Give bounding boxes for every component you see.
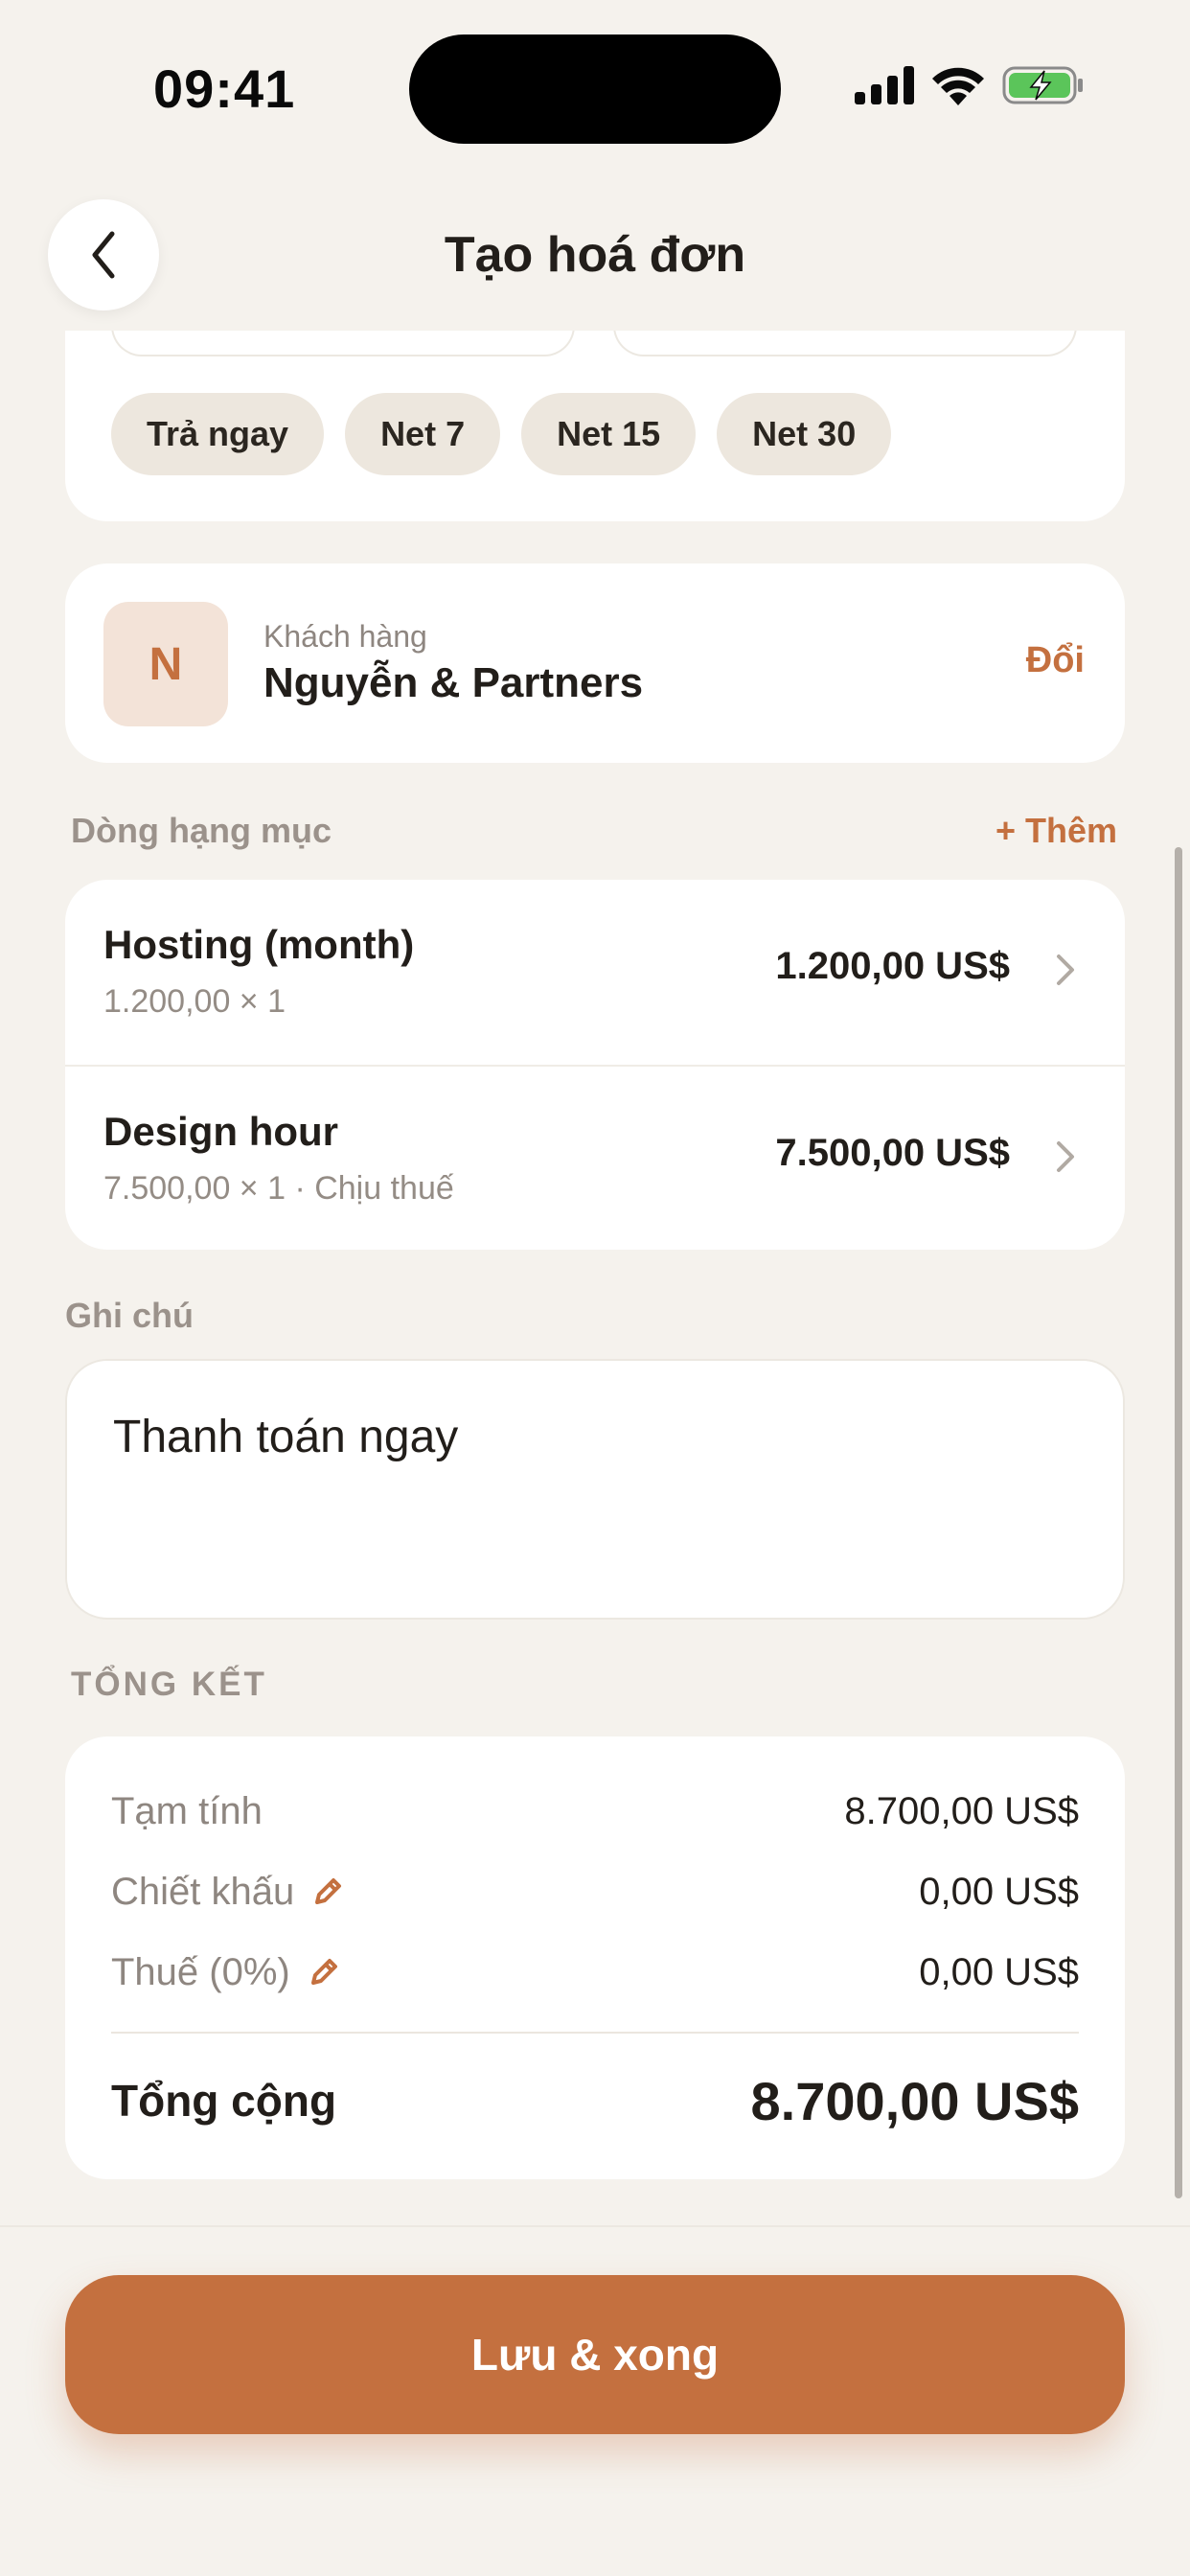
status-bar: 09:41	[0, 0, 1190, 182]
line-item-detail: 1.200,00 × 1	[103, 983, 286, 1020]
pencil-icon[interactable]	[308, 1956, 340, 1989]
battery-charging-icon	[1002, 66, 1083, 104]
client-label: Khách hàng	[263, 619, 427, 654]
subtotal-row: Tạm tính 8.700,00 US$	[111, 1782, 1079, 1840]
discount-label: Chiết khấu	[111, 1870, 295, 1913]
discount-value: 0,00 US$	[919, 1870, 1079, 1913]
line-item-name: Design hour	[103, 1109, 339, 1154]
line-item-amount: 7.500,00 US$	[775, 1132, 1010, 1174]
tax-label: Thuế (0%)	[111, 1950, 290, 1993]
status-time: 09:41	[153, 58, 296, 119]
chevron-right-icon	[1057, 954, 1074, 985]
line-items-card: Hosting (month) 1.200,00 × 1 1.200,00 US…	[65, 880, 1125, 1250]
tax-label-group: Thuế (0%)	[111, 1951, 340, 1994]
client-card[interactable]: N Khách hàng Nguyễn & Partners Đổi	[65, 564, 1125, 763]
change-client-button[interactable]: Đổi	[1026, 640, 1085, 681]
summary-section-label: TỔNG KẾT	[71, 1666, 267, 1703]
tax-value: 0,00 US$	[919, 1950, 1079, 1993]
chip-net-7[interactable]: Net 7	[345, 393, 501, 475]
notes-label: Ghi chú	[65, 1296, 194, 1335]
bottom-action-bar: Lưu & xong	[0, 2225, 1190, 2576]
add-line-item-button[interactable]: + Thêm	[995, 811, 1117, 851]
total-value: 8.700,00 US$	[750, 2070, 1079, 2131]
wifi-icon	[932, 67, 984, 105]
notes-input[interactable]: Thanh toán ngay	[65, 1359, 1125, 1620]
save-and-finish-button[interactable]: Lưu & xong	[65, 2275, 1125, 2434]
line-item-amount: 1.200,00 US$	[775, 945, 1010, 987]
status-icons	[855, 65, 1085, 105]
notes-text: Thanh toán ngay	[113, 1412, 459, 1462]
total-label: Tổng cộng	[111, 2076, 337, 2126]
dynamic-island	[409, 34, 781, 144]
page-title: Tạo hoá đơn	[444, 227, 746, 283]
nav-header: Tạo hoá đơn	[0, 182, 1190, 331]
line-item-detail: 7.500,00 × 1 · Chịu thuế	[103, 1170, 454, 1207]
total-row: Tổng cộng 8.700,00 US$	[111, 2062, 1079, 2139]
summary-card: Tạm tính 8.700,00 US$ Chiết khấu 0,00 US…	[65, 1736, 1125, 2179]
subtotal-value: 8.700,00 US$	[844, 1789, 1079, 1832]
invoice-create-screen: 09:41 Trả ngay Net 7 Net 15 Net 30 N Khá…	[0, 0, 1190, 2576]
signal-icon	[855, 66, 914, 104]
discount-row[interactable]: Chiết khấu 0,00 US$	[111, 1863, 1079, 1920]
summary-divider	[111, 2032, 1079, 2034]
chip-pay-now[interactable]: Trả ngay	[111, 393, 325, 475]
chip-net-15[interactable]: Net 15	[521, 393, 697, 475]
pencil-icon[interactable]	[311, 1875, 344, 1908]
line-item-row[interactable]: Design hour 7.500,00 × 1 · Chịu thuế 7.5…	[65, 1065, 1125, 1250]
payment-terms-chips: Trả ngay Net 7 Net 15 Net 30	[111, 393, 892, 475]
tax-row[interactable]: Thuế (0%) 0,00 US$	[111, 1944, 1079, 2001]
line-item-row[interactable]: Hosting (month) 1.200,00 × 1 1.200,00 US…	[65, 880, 1125, 1065]
discount-label-group: Chiết khấu	[111, 1871, 344, 1914]
scrollbar[interactable]	[1175, 847, 1182, 2198]
line-items-section-label: Dòng hạng mục	[71, 811, 332, 850]
client-name: Nguyễn & Partners	[263, 659, 644, 706]
client-avatar: N	[103, 602, 228, 726]
line-item-name: Hosting (month)	[103, 922, 415, 967]
subtotal-label: Tạm tính	[111, 1789, 263, 1832]
chevron-right-icon	[1057, 1141, 1074, 1172]
chip-net-30[interactable]: Net 30	[717, 393, 892, 475]
